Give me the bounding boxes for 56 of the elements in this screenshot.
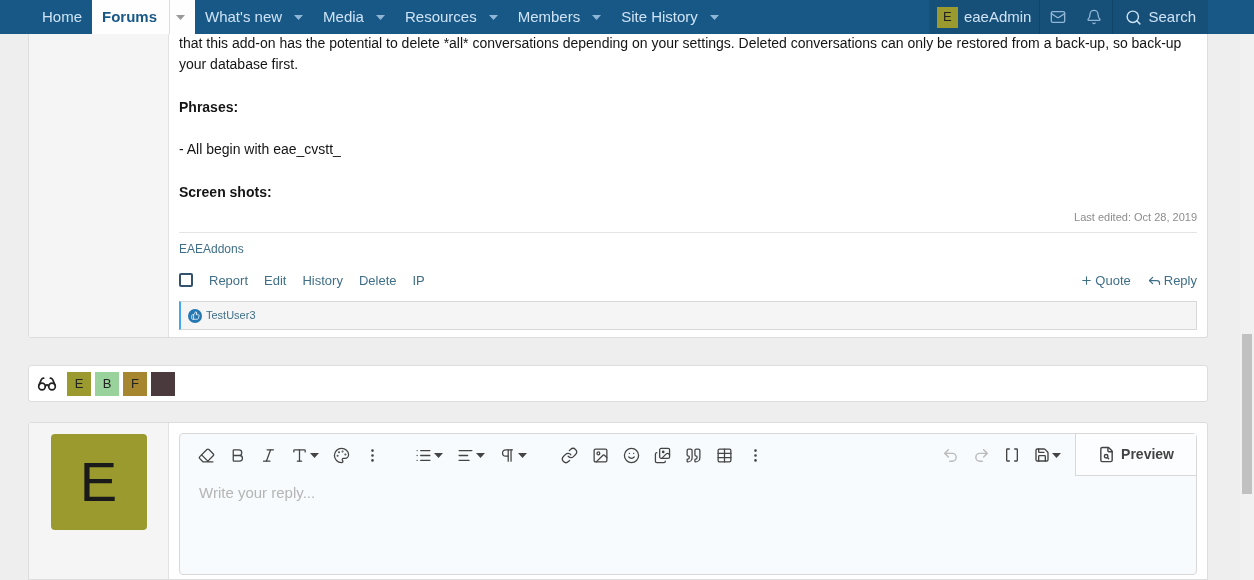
caret-icon [434,452,443,458]
plus-icon [1080,273,1094,287]
user-menu[interactable]: E eaeAdmin [928,0,1040,34]
nav-tab[interactable]: Site History [611,0,729,34]
last-edited: Last edited: Oct 28, 2019 [1074,210,1197,225]
watcher-avatar[interactable]: E [67,371,91,396]
floppy-icon[interactable] [1034,447,1051,463]
reply-input[interactable]: Write your reply... [199,482,1177,505]
preview-button[interactable]: Preview [1075,434,1196,476]
image-icon[interactable] [592,446,609,464]
photo-placeholder[interactable] [151,371,175,396]
reaction-user-link[interactable]: TestUser3 [206,307,256,324]
quote-link[interactable]: Quote [1080,270,1131,290]
post-action-link[interactable]: Edit [264,270,287,290]
section-heading: Screen shots: [179,183,273,202]
brackets-icon[interactable] [1004,447,1021,463]
signature: EAEAddons [179,241,244,256]
watcher-avatar[interactable]: B [95,371,119,396]
select-checkbox[interactable] [179,273,193,288]
nav-tab[interactable]: Resources [394,0,508,34]
caret-icon [310,452,319,458]
document-search-icon [1098,446,1116,463]
paragraph-icon[interactable] [499,446,516,464]
like-icon [188,308,202,323]
text-size-icon[interactable] [291,446,308,464]
italic-icon[interactable] [260,446,277,464]
watcher-avatar[interactable]: F [123,371,147,396]
nav-tab[interactable]: What's new [195,0,314,34]
post-text: - All begin with eae_cvstt_ [179,140,342,159]
link-icon[interactable] [561,446,578,464]
caret-icon [1052,452,1062,458]
composer-avatar: E [50,434,147,530]
search-button[interactable]: Search [1112,0,1208,34]
nav-tab[interactable]: Home [32,0,92,34]
caret-icon [476,452,485,458]
section-heading: Phrases: [179,98,240,117]
nav-tab[interactable]: Forums [92,0,196,34]
palette-icon[interactable] [333,446,350,464]
post-text: that this add-on has the potential to delete *all* conversations depending on your settings. Deleted conversations can only be restored from a back-up, so back-up your database first. [179,34,1183,74]
post-action-link[interactable]: Delete [358,270,397,290]
post-action-link[interactable]: History [302,270,343,290]
scrollbar-thumb[interactable] [1242,334,1252,494]
username: eaeAdmin [963,6,1032,27]
nav-tab[interactable]: Media [313,0,395,34]
search-icon [1125,8,1143,26]
quote-icon[interactable] [685,446,702,464]
caret-icon [518,452,527,458]
reply-link[interactable]: Reply [1146,270,1197,290]
gallery-icon[interactable] [654,446,671,464]
nav-tab[interactable]: Members [507,0,612,34]
user-avatar: E [936,6,958,28]
eraser-icon[interactable] [198,446,215,464]
smile-icon[interactable] [623,446,640,464]
post-action-link[interactable]: Report [209,270,249,290]
table-icon[interactable] [716,446,733,464]
post-action-link[interactable]: IP [412,270,425,290]
